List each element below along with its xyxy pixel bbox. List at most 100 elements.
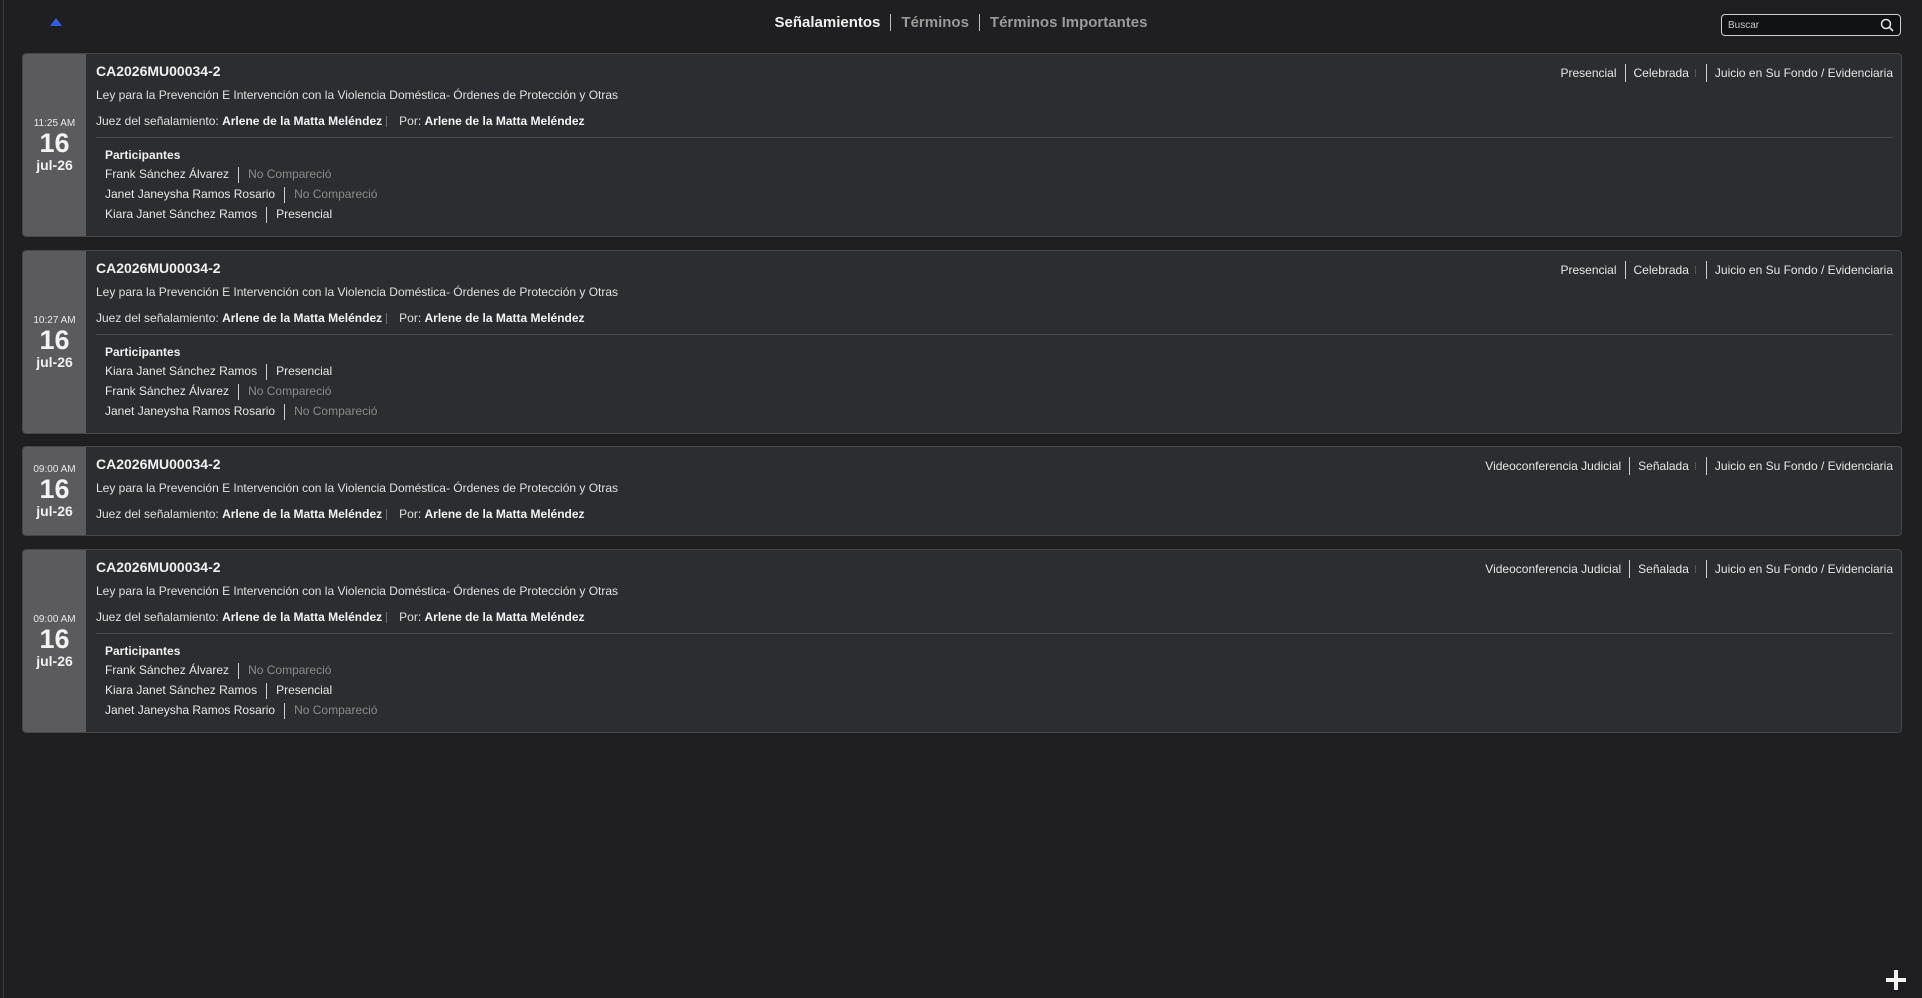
participant-row: Kiara Janet Sánchez Ramos Presencial (105, 361, 377, 381)
hearing-card[interactable]: 11:25 AM 16 jul-26 CA2026MU00034-2 Presencia… (22, 53, 1902, 237)
search-input[interactable] (1726, 16, 1876, 34)
date-column: 11:25 AM 16 jul-26 (23, 54, 86, 236)
search-icon[interactable] (1880, 18, 1894, 32)
date-column: 09:00 AM 16 jul-26 (23, 447, 86, 535)
hearing-time: 11:25 AM (33, 117, 76, 129)
by-name: Arlene de la Matta Meléndez (424, 507, 585, 521)
judge-label: Juez del señalamiento: (96, 507, 219, 521)
judge-separator (386, 116, 388, 128)
hearing-month: jul-26 (36, 353, 73, 370)
meta-separator-faint (1694, 565, 1696, 573)
participant-separator (284, 186, 286, 203)
judge-separator (386, 612, 388, 624)
hearing-meta: Videoconferencia Judicial Señalada Juicio … (1477, 457, 1893, 475)
participants-heading: Participantes (105, 148, 181, 162)
status-label: Señalada (1638, 459, 1689, 473)
modality-label: Presencial (1560, 263, 1617, 277)
participant-separator (284, 702, 286, 719)
card-content: CA2026MU00034-2 Presencial Celebrada Juicio… (96, 54, 1893, 236)
judge-name: Arlene de la Matta Meléndez (222, 114, 383, 128)
status-label: Celebrada (1633, 66, 1689, 80)
participant-separator (266, 682, 268, 699)
hearing-day: 16 (39, 623, 70, 654)
card-content: CA2026MU00034-2 Videoconferencia Judicial… (96, 550, 1893, 732)
participant-status: No Compareció (294, 187, 378, 201)
participant-name: Kiara Janet Sánchez Ramos (105, 364, 258, 378)
participant-row: Frank Sánchez Álvarez No Compareció (105, 660, 377, 680)
tab-senalamientos[interactable]: Señalamientos (765, 14, 891, 31)
hearing-card[interactable]: 09:00 AM 16 jul-26 CA2026MU00034-2 Videoconf… (22, 446, 1902, 536)
hearing-day: 16 (39, 127, 70, 158)
hearing-month: jul-26 (36, 502, 73, 519)
by-name: Arlene de la Matta Meléndez (424, 114, 585, 128)
tab-terminos-importantes[interactable]: Términos Importantes (978, 14, 1158, 31)
card-content: CA2026MU00034-2 Videoconferencia Judicial… (96, 447, 1893, 535)
judge-label: Juez del señalamiento: (96, 610, 219, 624)
participant-name: Frank Sánchez Álvarez (105, 663, 230, 677)
modality-label: Presencial (1560, 66, 1617, 80)
participant-name: Frank Sánchez Álvarez (105, 167, 230, 181)
by-name: Arlene de la Matta Meléndez (424, 610, 585, 624)
hearing-type-label: Juicio en Su Fondo / Evidenciaria (1714, 562, 1893, 576)
participant-name: Janet Janeysha Ramos Rosario (105, 187, 276, 201)
case-number[interactable]: CA2026MU00034-2 (96, 260, 221, 276)
card-divider (96, 334, 1893, 335)
hearing-card[interactable]: 10:27 AM 16 jul-26 CA2026MU00034-2 Presencia… (22, 250, 1902, 434)
search-box (1721, 14, 1901, 36)
hearing-time: 09:00 AM (33, 463, 76, 475)
modality-label: Videoconferencia Judicial (1485, 562, 1622, 576)
participant-status: Presencial (276, 683, 333, 697)
judge-name: Arlene de la Matta Meléndez (222, 507, 383, 521)
hearing-day: 16 (39, 473, 70, 504)
meta-separator-faint (1694, 266, 1696, 274)
by-label: Por: (399, 507, 422, 521)
participant-row: Janet Janeysha Ramos Rosario No Compareci… (105, 401, 377, 421)
judge-separator (386, 313, 388, 325)
window-edge (3, 0, 4, 998)
case-description: Ley para la Prevención E Intervención co… (96, 481, 619, 495)
participants-section: Participantes Kiara Janet Sánchez Ramos Pr… (105, 345, 377, 421)
modality-label: Videoconferencia Judicial (1485, 459, 1622, 473)
case-number[interactable]: CA2026MU00034-2 (96, 559, 221, 575)
judge-separator (386, 509, 388, 521)
judge-name: Arlene de la Matta Meléndez (222, 610, 383, 624)
participant-row: Kiara Janet Sánchez Ramos Presencial (105, 680, 377, 700)
tab-terminos[interactable]: Términos (890, 14, 979, 31)
case-number[interactable]: CA2026MU00034-2 (96, 63, 221, 79)
hearing-type-label: Juicio en Su Fondo / Evidenciaria (1714, 459, 1893, 473)
date-column: 09:00 AM 16 jul-26 (23, 550, 86, 732)
participants-heading: Participantes (105, 644, 181, 658)
participant-separator (266, 363, 268, 380)
judge-line: Juez del señalamiento: Arlene de la Matt… (96, 311, 585, 325)
participant-separator (266, 206, 268, 223)
participant-name: Frank Sánchez Álvarez (105, 384, 230, 398)
participants-section: Participantes Frank Sánchez Álvarez No Com… (105, 148, 377, 224)
participant-row: Janet Janeysha Ramos Rosario No Compareci… (105, 700, 377, 720)
meta-separator-faint (1694, 69, 1696, 77)
date-column: 10:27 AM 16 jul-26 (23, 251, 86, 433)
card-divider (96, 633, 1893, 634)
participant-name: Janet Janeysha Ramos Rosario (105, 404, 276, 418)
judge-line: Juez del señalamiento: Arlene de la Matt… (96, 114, 585, 128)
case-description: Ley para la Prevención E Intervención co… (96, 88, 619, 102)
hearing-time: 09:00 AM (33, 613, 76, 625)
participant-row: Kiara Janet Sánchez Ramos Presencial (105, 204, 377, 224)
hearing-month: jul-26 (36, 156, 73, 173)
status-label: Celebrada (1633, 263, 1689, 277)
participants-section: Participantes Frank Sánchez Álvarez No Com… (105, 644, 377, 720)
judge-label: Juez del señalamiento: (96, 114, 219, 128)
hearing-card[interactable]: 09:00 AM 16 jul-26 CA2026MU00034-2 Videoconf… (22, 549, 1902, 733)
hearing-meta: Presencial Celebrada Juicio en Su Fondo / … (1552, 261, 1893, 279)
by-name: Arlene de la Matta Meléndez (424, 311, 585, 325)
card-content: CA2026MU00034-2 Presencial Celebrada Juicio… (96, 251, 1893, 433)
judge-line: Juez del señalamiento: Arlene de la Matt… (96, 610, 585, 624)
participant-status: No Compareció (294, 404, 378, 418)
case-number[interactable]: CA2026MU00034-2 (96, 456, 221, 472)
participants-heading: Participantes (105, 345, 181, 359)
hearing-type-label: Juicio en Su Fondo / Evidenciaria (1714, 263, 1893, 277)
judge-name: Arlene de la Matta Meléndez (222, 311, 383, 325)
meta-separator-faint (1694, 462, 1696, 470)
participant-name: Kiara Janet Sánchez Ramos (105, 683, 258, 697)
by-label: Por: (399, 114, 422, 128)
add-icon[interactable] (1886, 970, 1906, 990)
